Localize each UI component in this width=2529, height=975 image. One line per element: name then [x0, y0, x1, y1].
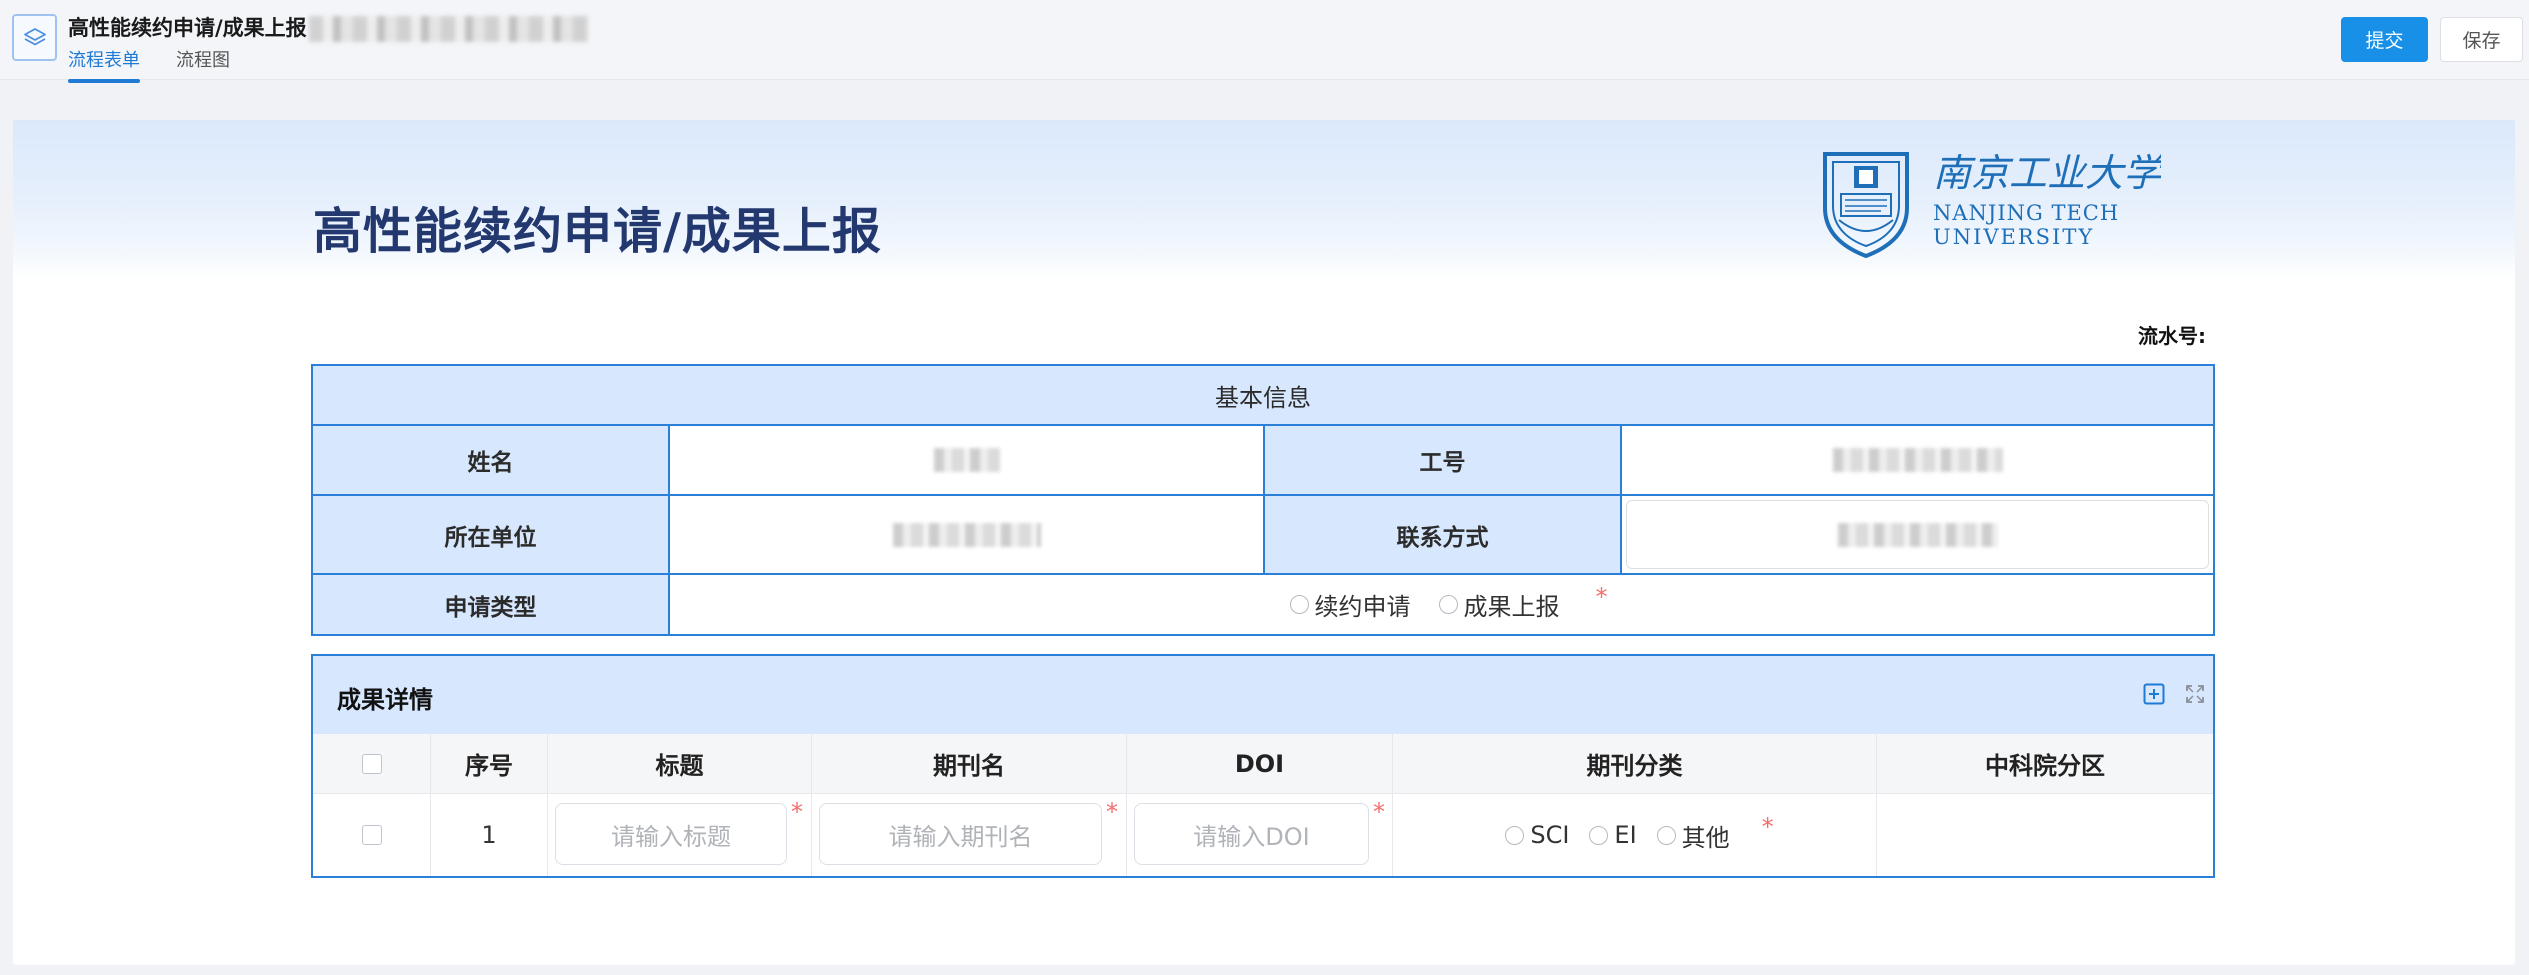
row-title-cell: 请输入标题 *	[548, 794, 812, 876]
redacted-applicant	[308, 16, 589, 42]
doi-input[interactable]: 请输入DOI	[1134, 803, 1369, 865]
radio-achievement-report[interactable]: 成果上报	[1438, 587, 1560, 622]
select-all-cell	[313, 734, 431, 793]
radio-sci-label: SCI	[1530, 821, 1570, 849]
logo-name-line1: NANJING TECH	[1933, 201, 2119, 225]
journal-input[interactable]: 请输入期刊名	[819, 803, 1102, 865]
results-title: 成果详情	[337, 686, 433, 714]
required-asterisk: *	[1373, 798, 1385, 826]
required-asterisk: *	[791, 798, 803, 826]
redacted-name	[933, 448, 1000, 472]
tab-flow-chart[interactable]: 流程图	[176, 48, 230, 80]
row-category-cell: SCI EI 其他 *	[1393, 794, 1877, 876]
apply-type-options: 续约申请 成果上报 *	[670, 575, 2213, 634]
university-crest-icon	[1823, 152, 1909, 258]
redacted-staff-id	[1832, 448, 2003, 472]
col-doi: DOI	[1127, 734, 1393, 793]
form-card: 高性能续约申请/成果上报 南京工业大学 NANJING TECH UNIVERS…	[13, 120, 2515, 965]
basic-info-header-row: 基本信息	[313, 366, 2213, 426]
category-radio-group: SCI EI 其他 *	[1495, 813, 1774, 853]
tab-bar: 流程表单 流程图	[68, 48, 266, 83]
radio-circle-icon[interactable]	[1656, 825, 1676, 845]
radio-renewal[interactable]: 续约申请	[1289, 587, 1411, 622]
radio-circle-icon[interactable]	[1438, 595, 1458, 614]
results-column-header: 序号 标题 期刊名 DOI 期刊分类 中科院分区	[313, 734, 2213, 794]
required-asterisk: *	[1761, 813, 1774, 841]
name-label: 姓名	[313, 426, 670, 494]
results-header: 成果详情	[313, 656, 2213, 734]
row-index: 1	[431, 794, 548, 876]
contact-input[interactable]	[1626, 500, 2209, 569]
radio-renewal-label: 续约申请	[1314, 593, 1411, 621]
title-input[interactable]: 请输入标题	[555, 803, 787, 865]
row-journal-cell: 请输入期刊名 *	[812, 794, 1127, 876]
logo-calligraphy: 南京工业大学	[1933, 151, 2161, 195]
radio-circle-icon[interactable]	[1589, 825, 1609, 845]
radio-ei-label: EI	[1614, 821, 1637, 849]
staff-id-label: 工号	[1265, 426, 1622, 494]
col-journal: 期刊名	[812, 734, 1127, 793]
row-doi-cell: 请输入DOI *	[1127, 794, 1393, 876]
contact-cell	[1622, 496, 2213, 573]
unit-label: 所在单位	[313, 496, 670, 573]
results-table: 成果详情 序号 标题 期刊名 DOI 期刊分类 中科院分区 1 请输入标题 * …	[311, 654, 2215, 878]
document-title-text: 高性能续约申请/成果上报	[68, 16, 307, 40]
table-row: 1 请输入标题 * 请输入期刊名 * 请输入DOI * SCI EI 其他 *	[313, 794, 2213, 876]
contact-label: 联系方式	[1265, 496, 1622, 573]
fullscreen-icon[interactable]	[2184, 683, 2206, 705]
row-cas-zone[interactable]	[1877, 794, 2213, 876]
col-title: 标题	[548, 734, 812, 793]
basic-info-title: 基本信息	[313, 366, 2213, 424]
redacted-contact	[1837, 522, 1998, 547]
row-select-cell	[313, 794, 431, 876]
radio-ei[interactable]: EI	[1589, 821, 1637, 849]
name-row: 姓名 工号	[313, 426, 2213, 496]
top-bar: 高性能续约申请/成果上报 流程表单 流程图 提交 保存	[0, 0, 2529, 83]
required-asterisk: *	[1106, 798, 1118, 826]
select-all-checkbox[interactable]	[361, 753, 382, 774]
col-index: 序号	[431, 734, 548, 793]
redacted-unit	[892, 522, 1041, 547]
add-row-icon[interactable]	[2143, 683, 2165, 705]
required-asterisk: *	[1595, 582, 1608, 611]
row-checkbox[interactable]	[361, 825, 382, 845]
radio-circle-icon[interactable]	[1289, 595, 1309, 614]
layers-icon[interactable]	[12, 14, 57, 61]
col-journal-category: 期刊分类	[1393, 734, 1877, 793]
logo-name-line2: UNIVERSITY	[1933, 225, 2094, 249]
basic-info-table: 基本信息 姓名 工号 所在单位 联系方式 申请类型 续约申请 成果上报 *	[311, 364, 2215, 636]
name-value	[670, 426, 1265, 494]
radio-achievement-label: 成果上报	[1463, 593, 1560, 621]
document-title: 高性能续约申请/成果上报	[68, 12, 589, 42]
apply-type-label: 申请类型	[313, 575, 670, 634]
apply-type-row: 申请类型 续约申请 成果上报 *	[313, 575, 2213, 634]
tab-process-form[interactable]: 流程表单	[68, 48, 140, 83]
col-cas-zone: 中科院分区	[1985, 752, 2105, 780]
submit-button[interactable]: 提交	[2341, 17, 2428, 62]
radio-sci[interactable]: SCI	[1505, 821, 1569, 849]
save-button[interactable]: 保存	[2440, 17, 2523, 62]
radio-other-label: 其他	[1681, 823, 1730, 852]
form-title: 高性能续约申请/成果上报	[313, 203, 882, 260]
university-logo: 南京工业大学 NANJING TECH UNIVERSITY	[1823, 151, 2161, 258]
radio-other[interactable]: 其他	[1656, 818, 1730, 853]
staff-id-value	[1622, 426, 2213, 494]
serial-number-label: 流水号:	[2138, 324, 2206, 348]
apply-type-radio-group: 续约申请 成果上报 *	[1276, 583, 1608, 622]
unit-row: 所在单位 联系方式	[313, 496, 2213, 575]
unit-value	[670, 496, 1265, 573]
radio-circle-icon[interactable]	[1505, 825, 1525, 845]
